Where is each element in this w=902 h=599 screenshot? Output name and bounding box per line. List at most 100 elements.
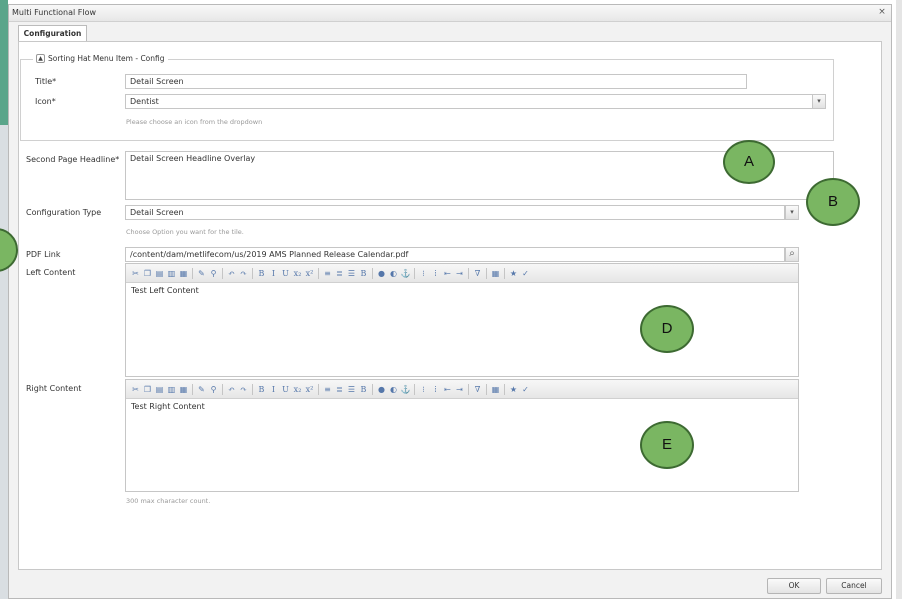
toolbar-separator (372, 383, 373, 395)
toolbar-button-icon[interactable]: ▥ (166, 384, 177, 395)
fieldset-legend-label: Sorting Hat Menu Item - Config (48, 54, 165, 63)
icon-dropdown-icon[interactable]: ▾ (812, 94, 826, 109)
toolbar-button-icon[interactable]: ★ (508, 384, 519, 395)
toolbar-button-icon[interactable]: ✎ (196, 268, 207, 279)
toolbar-button-icon[interactable]: ▥ (166, 268, 177, 279)
icon-select[interactable]: Dentist (125, 94, 813, 109)
toolbar-separator (468, 383, 469, 395)
toolbar-button-icon[interactable]: B (358, 384, 369, 395)
toolbar-button-icon[interactable]: ≣ (334, 384, 345, 395)
toolbar-button-icon[interactable]: ⚲ (208, 384, 219, 395)
cancel-button[interactable]: Cancel (826, 578, 882, 594)
dialog-titlebar[interactable]: Multi Functional Flow × (9, 5, 891, 22)
config-type-select[interactable]: Detail Screen (125, 205, 785, 220)
toolbar-button-icon[interactable]: ⁝ (418, 384, 429, 395)
toolbar-button-icon[interactable]: ↷ (238, 384, 249, 395)
toolbar-button-icon[interactable]: ✓ (520, 268, 531, 279)
toolbar-button-icon[interactable]: ▤ (154, 268, 165, 279)
left-content-text: Test Left Content (131, 286, 199, 295)
toolbar-button-icon[interactable]: ● (376, 384, 387, 395)
background-right-strip (896, 0, 902, 599)
toolbar-separator (468, 267, 469, 279)
pdf-link-field[interactable]: /content/dam/metlifecom/us/2019 AMS Plan… (125, 247, 785, 262)
toolbar-button-icon[interactable]: ❐ (142, 384, 153, 395)
toolbar-button-icon[interactable]: ⚓ (400, 384, 411, 395)
toolbar-button-icon[interactable]: B (256, 384, 267, 395)
toolbar-button-icon[interactable]: ◐ (388, 384, 399, 395)
toolbar-separator (222, 267, 223, 279)
toolbar-button-icon[interactable]: ▦ (178, 268, 189, 279)
toolbar-button-icon[interactable]: ☰ (346, 384, 357, 395)
title-label: Title* (35, 77, 57, 86)
toolbar-button-icon[interactable]: B (256, 268, 267, 279)
toolbar-separator (486, 383, 487, 395)
toolbar-button-icon[interactable]: ▦ (178, 384, 189, 395)
toolbar-button-icon[interactable]: ● (376, 268, 387, 279)
toolbar-button-icon[interactable]: ✂ (130, 384, 141, 395)
toolbar-button-icon[interactable]: ❐ (142, 268, 153, 279)
toolbar-button-icon[interactable]: I (268, 268, 279, 279)
search-icon[interactable]: ⌕ (785, 247, 799, 262)
toolbar-button-icon[interactable]: ⚲ (208, 268, 219, 279)
toolbar-button-icon[interactable]: ⁞ (430, 268, 441, 279)
toolbar-button-icon[interactable]: ◐ (388, 268, 399, 279)
toolbar-button-icon[interactable]: U (280, 268, 291, 279)
toolbar-button-icon[interactable]: B (358, 268, 369, 279)
toolbar-button-icon[interactable]: ↷ (238, 268, 249, 279)
toolbar-button-icon[interactable]: ★ (508, 268, 519, 279)
toolbar-button-icon[interactable]: ⇥ (454, 268, 465, 279)
toolbar-button-icon[interactable]: ⁞ (430, 384, 441, 395)
toolbar-button-icon[interactable]: ✓ (520, 384, 531, 395)
toolbar-button-icon[interactable]: I (268, 384, 279, 395)
toolbar-button-icon[interactable]: ≡ (322, 268, 333, 279)
annotation-b: B (806, 178, 860, 226)
toolbar-button-icon[interactable]: ☰ (346, 268, 357, 279)
toolbar-button-icon[interactable]: ↶ (226, 384, 237, 395)
toolbar-button-icon[interactable]: ▦ (490, 384, 501, 395)
toolbar-button-icon[interactable]: ∇ (472, 384, 483, 395)
right-editor-toolbar: ✂ ❐ ▤ ▥ ▦ ✎ ⚲ ↶ ↷ B I Ux₂ x² ≡ ≣ ☰ B ● ◐ ⚓ ⁝ ⁞ ⇤ ⇥ ∇ ▦ ★ ✓ (126, 380, 798, 399)
toolbar-button-icon[interactable]: x² (304, 268, 315, 279)
toolbar-separator (414, 383, 415, 395)
config-type-dropdown-icon[interactable]: ▾ (785, 205, 799, 220)
toolbar-button-icon[interactable]: ∇ (472, 268, 483, 279)
toolbar-button-icon[interactable]: ⇥ (454, 384, 465, 395)
ok-button[interactable]: OK (767, 578, 821, 594)
annotation-d: D (640, 305, 694, 353)
toolbar-button-icon[interactable]: ⚓ (400, 268, 411, 279)
toolbar-button-icon[interactable]: x² (304, 384, 315, 395)
toolbar-button-icon[interactable]: U (280, 384, 291, 395)
toolbar-button-icon[interactable]: ⇤ (442, 268, 453, 279)
left-editor-toolbar: ✂ ❐ ▤ ▥ ▦ ✎ ⚲ ↶ ↷ B I Ux₂ x² ≡ ≣ ☰ B ● ◐ ⚓ ⁝ ⁞ ⇤ ⇥ ∇ ▦ ★ ✓ (126, 264, 798, 283)
background-app-strip-lower (0, 125, 8, 599)
fieldset-legend[interactable]: ▲ Sorting Hat Menu Item - Config (33, 54, 168, 63)
toolbar-button-icon[interactable]: ≣ (334, 268, 345, 279)
toolbar-button-icon[interactable]: ⇤ (442, 384, 453, 395)
toolbar-button-icon[interactable]: ↶ (226, 268, 237, 279)
toolbar-separator (252, 383, 253, 395)
right-content-label: Right Content (26, 384, 82, 393)
toolbar-button-icon[interactable]: ⁝ (418, 268, 429, 279)
annotation-e: E (640, 421, 694, 469)
toolbar-button-icon[interactable]: x₂ (292, 384, 303, 395)
toolbar-separator (192, 267, 193, 279)
toolbar-button-icon[interactable]: ✂ (130, 268, 141, 279)
toolbar-button-icon[interactable]: ≡ (322, 384, 333, 395)
right-content-editor[interactable]: ✂ ❐ ▤ ▥ ▦ ✎ ⚲ ↶ ↷ B I Ux₂ x² ≡ ≣ ☰ B ● ◐ ⚓ ⁝ ⁞ ⇤ ⇥ ∇ ▦ ★ ✓ Test Rig… (125, 379, 799, 492)
icon-hint: Please choose an icon from the dropdown (126, 118, 263, 126)
toolbar-separator (252, 267, 253, 279)
title-field[interactable]: Detail Screen (125, 74, 747, 89)
toolbar-separator (192, 383, 193, 395)
config-type-hint: Choose Option you want for the tile. (126, 228, 244, 236)
toolbar-button-icon[interactable]: ▤ (154, 384, 165, 395)
character-count-hint: 300 max character count. (126, 497, 211, 505)
tab-configuration[interactable]: Configuration (18, 25, 87, 42)
toolbar-button-icon[interactable]: x₂ (292, 268, 303, 279)
toolbar-button-icon[interactable]: ▦ (490, 268, 501, 279)
toolbar-button-icon[interactable]: ✎ (196, 384, 207, 395)
second-headline-label: Second Page Headline* (26, 155, 120, 164)
collapse-icon[interactable]: ▲ (36, 54, 45, 63)
dialog-title: Multi Functional Flow (12, 8, 97, 17)
left-content-editor[interactable]: ✂ ❐ ▤ ▥ ▦ ✎ ⚲ ↶ ↷ B I Ux₂ x² ≡ ≣ ☰ B ● ◐ ⚓ ⁝ ⁞ ⇤ ⇥ ∇ ▦ ★ ✓ Test Lef… (125, 263, 799, 377)
close-icon[interactable]: × (877, 7, 887, 17)
